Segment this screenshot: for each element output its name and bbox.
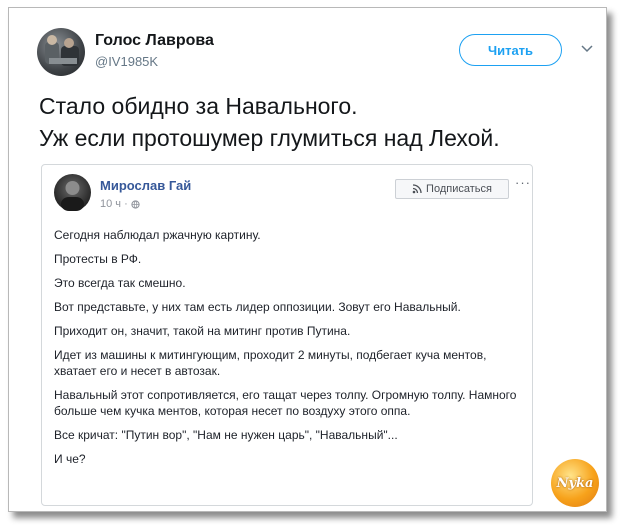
fb-paragraph: Навальный этот сопротивляется, его тащат… [54,388,517,418]
more-options-icon[interactable]: ··· [515,175,531,190]
fb-author-name[interactable]: Мирослав Гай [100,178,191,193]
tweet-text: Стало обидно за Навального. Уж если прот… [39,90,599,154]
tweet-text-line1: Стало обидно за Навального. [39,93,358,119]
tweet-card: Голос Лаврова @IV1985K Читать Стало обид… [8,7,607,512]
fb-paragraph: Это всегда так смешно. [54,276,186,290]
author-avatar[interactable] [37,28,85,76]
fb-paragraph: Приходит он, значит, такой на митинг про… [54,324,351,338]
fb-paragraph: Все кричат: "Путин вор", "Нам не нужен ц… [54,428,398,442]
watermark-logo: Nyka [551,459,599,507]
fb-time-text: 10 ч · [100,198,128,210]
rss-icon [412,184,422,194]
tweet-text-line2: Уж если протошумер глумиться над Лехой. [39,125,500,151]
embedded-facebook-post[interactable]: Мирослав Гай 10 ч · Подписаться ··· Сего… [41,164,533,506]
fb-post-body: Сегодня наблюдал ржачную картину. Протес… [54,227,524,475]
fb-author-avatar[interactable] [54,174,91,211]
follow-button[interactable]: Читать [459,34,562,66]
fb-paragraph: И че? [54,452,86,466]
fb-paragraph: Идет из машины к митингующим, проходит 2… [54,348,487,378]
globe-icon [131,199,140,209]
fb-paragraph: Протесты в РФ. [54,252,142,266]
author-name[interactable]: Голос Лаврова [95,32,214,50]
fb-paragraph: Вот представьте, у них там есть лидер оп… [54,300,461,314]
chevron-down-icon[interactable] [580,42,594,56]
fb-post-time[interactable]: 10 ч · [100,198,140,210]
subscribe-button[interactable]: Подписаться [395,179,509,199]
subscribe-label: Подписаться [426,183,492,195]
author-handle[interactable]: @IV1985K [95,54,158,69]
fb-avatar-photo-icon [61,181,84,211]
avatar-photo-icon [45,35,79,66]
fb-paragraph: Сегодня наблюдал ржачную картину. [54,228,261,242]
